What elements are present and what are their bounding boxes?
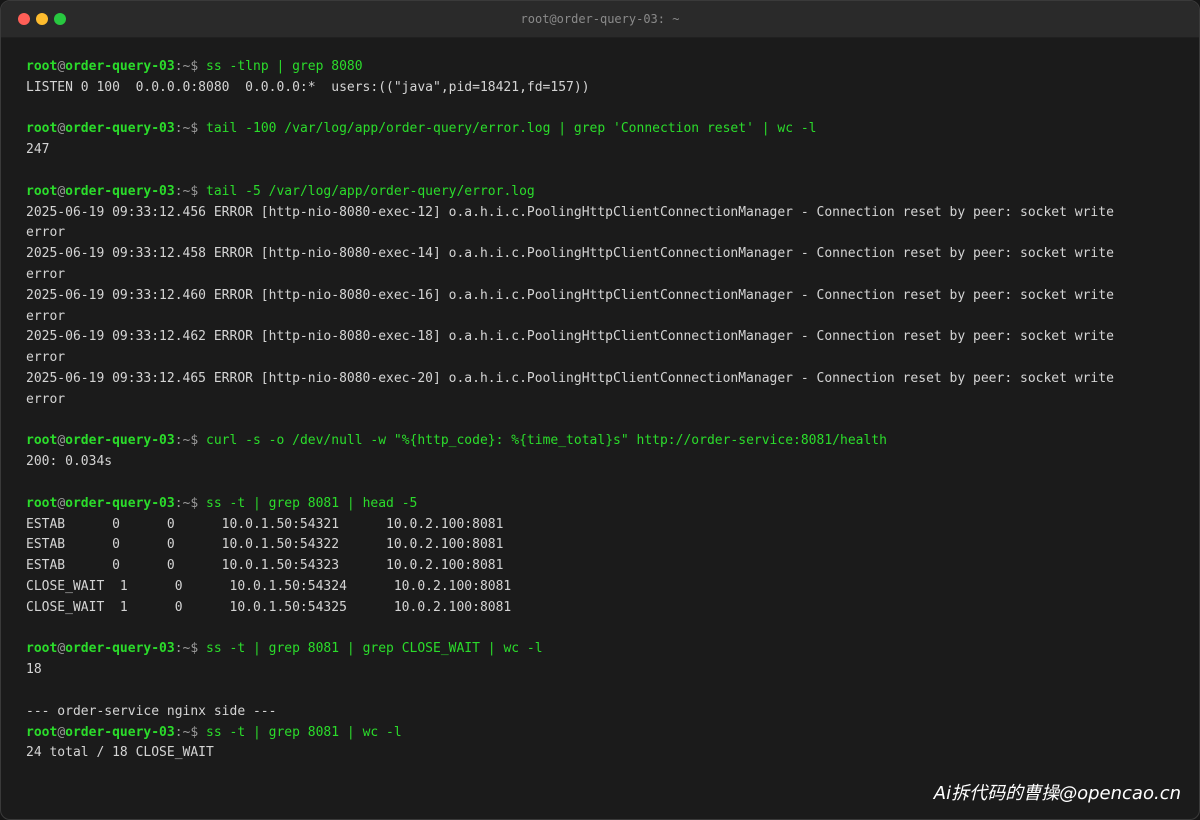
log-line: 2025-06-19 09:33:12.458 ERROR [http-nio-… <box>26 246 1114 262</box>
command-text: ss -t | grep 8081 | grep CLOSE_WAIT | wc… <box>206 641 543 657</box>
prompt-line: root@order-query-03:~$ ss -t | grep 8081… <box>26 641 543 657</box>
command-text: curl -s -o /dev/null -w "%{http_code}: %… <box>206 433 887 449</box>
socket-row: ESTAB 0 0 10.0.1.50:54323 10.0.2.100:808… <box>26 558 504 574</box>
socket-row: CLOSE_WAIT 1 0 10.0.1.50:54324 10.0.2.10… <box>26 578 512 594</box>
section-comment: --- order-service nginx side --- <box>26 703 277 719</box>
output-line: 24 total / 18 CLOSE_WAIT <box>26 745 214 761</box>
title-bar: root@order-query-03: ~ <box>1 1 1199 38</box>
log-line-wrap: error <box>26 225 66 241</box>
log-line-wrap: error <box>26 350 66 366</box>
prompt-line: root@order-query-03:~$ ss -t | grep 8081… <box>26 495 418 511</box>
output-line: LISTEN 0 100 0.0.0.0:8080 0.0.0.0:* user… <box>26 79 590 95</box>
log-line-wrap: error <box>26 391 66 407</box>
prompt-line: root@order-query-03:~$ ss -tlnp | grep 8… <box>26 59 363 74</box>
output-line: 200: 0.034s <box>26 454 113 470</box>
prompt-line: root@order-query-03:~$ tail -5 /var/log/… <box>26 183 535 199</box>
prompt-line: root@order-query-03:~$ curl -s -o /dev/n… <box>26 433 887 449</box>
prompt-line: root@order-query-03:~$ ss -t | grep 8081… <box>26 724 402 740</box>
socket-row: CLOSE_WAIT 1 0 10.0.1.50:54325 10.0.2.10… <box>26 599 512 615</box>
socket-row: ESTAB 0 0 10.0.1.50:54321 10.0.2.100:808… <box>26 516 504 532</box>
prompt-line: root@order-query-03:~$ tail -100 /var/lo… <box>26 121 817 137</box>
command-text: ss -t | grep 8081 | wc -l <box>206 724 402 740</box>
output-line: 247 <box>26 142 50 158</box>
terminal-window: root@order-query-03: ~ root@order-query-… <box>0 0 1200 820</box>
command-text: ss -tlnp | grep 8080 <box>206 59 363 74</box>
watermark: Ai拆代码的曹操@opencao.cn <box>933 783 1181 804</box>
log-line: 2025-06-19 09:33:12.462 ERROR [http-nio-… <box>26 329 1114 345</box>
terminal-output[interactable]: root@order-query-03:~$ ss -tlnp | grep 8… <box>26 57 1179 764</box>
output-line: 18 <box>26 662 42 678</box>
log-line-wrap: error <box>26 266 66 282</box>
command-text: tail -5 /var/log/app/order-query/error.l… <box>206 183 535 199</box>
log-line: 2025-06-19 09:33:12.460 ERROR [http-nio-… <box>26 287 1114 303</box>
command-text: tail -100 /var/log/app/order-query/error… <box>206 121 817 137</box>
socket-row: ESTAB 0 0 10.0.1.50:54322 10.0.2.100:808… <box>26 537 504 553</box>
log-line-wrap: error <box>26 308 66 324</box>
log-line: 2025-06-19 09:33:12.465 ERROR [http-nio-… <box>26 370 1114 386</box>
window-title: root@order-query-03: ~ <box>520 12 680 26</box>
log-line: 2025-06-19 09:33:12.456 ERROR [http-nio-… <box>26 204 1114 220</box>
command-text: ss -t | grep 8081 | head -5 <box>206 495 418 511</box>
